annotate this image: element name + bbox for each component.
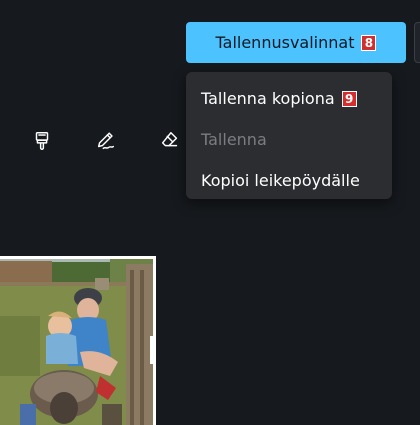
save-options-label: Tallennusvalinnat bbox=[215, 33, 355, 52]
pen-icon bbox=[95, 130, 117, 156]
partial-toolbar-button[interactable] bbox=[414, 22, 420, 63]
menu-item-label: Tallenna bbox=[201, 130, 267, 149]
eraser-tool-button[interactable] bbox=[158, 131, 182, 155]
crop-handle-right-mid[interactable] bbox=[150, 336, 156, 364]
save-options-badge: 8 bbox=[361, 34, 377, 51]
crop-handle-top-left[interactable] bbox=[0, 256, 18, 259]
crop-border-top bbox=[0, 256, 156, 259]
menu-item-save-as-copy[interactable]: Tallenna kopiona 9 bbox=[186, 78, 392, 119]
photo-image bbox=[0, 256, 156, 425]
save-as-copy-badge: 9 bbox=[341, 90, 357, 107]
eraser-icon bbox=[159, 130, 181, 156]
brush-tool-button[interactable] bbox=[30, 131, 54, 155]
pen-tool-button[interactable] bbox=[94, 131, 118, 155]
save-options-menu: Tallenna kopiona 9 Tallenna Kopioi leike… bbox=[186, 72, 392, 199]
save-options-button[interactable]: Tallennusvalinnat 8 bbox=[186, 22, 406, 63]
menu-item-save: Tallenna bbox=[186, 119, 392, 160]
menu-item-label: Tallenna kopiona bbox=[201, 89, 335, 108]
menu-item-copy-to-clipboard[interactable]: Kopioi leikepöydälle bbox=[186, 160, 392, 201]
brush-icon bbox=[31, 130, 53, 156]
edited-photo[interactable] bbox=[0, 256, 156, 425]
menu-item-label: Kopioi leikepöydälle bbox=[201, 171, 360, 190]
